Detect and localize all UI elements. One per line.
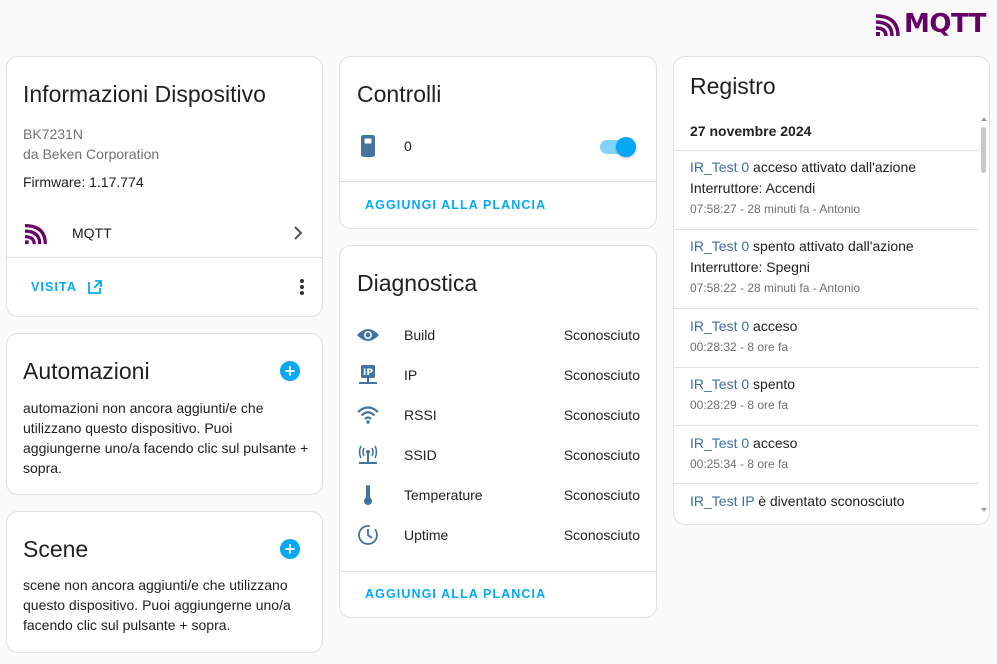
diagnostic-value: Sconosciuto <box>563 527 640 543</box>
device-info-card: Informazioni Dispositivo BK7231N da Beke… <box>6 56 323 317</box>
diagnostic-value: Sconosciuto <box>563 407 640 423</box>
device-info-title: Informazioni Dispositivo <box>23 81 266 107</box>
diagnostic-row-ssid[interactable]: SSID Sconosciuto <box>356 435 640 475</box>
log-message: spento attivato dall'azione <box>749 238 914 254</box>
log-message: è diventato sconosciuto <box>754 493 905 509</box>
scroll-up-arrow-icon[interactable] <box>981 117 987 121</box>
diagnostic-label: IP <box>404 367 418 383</box>
logbook-scrollbar[interactable] <box>979 117 989 512</box>
eye-icon <box>356 323 380 347</box>
clock-outline-icon <box>356 523 380 547</box>
add-automation-button[interactable]: + <box>280 361 300 381</box>
log-timestamp: 00:28:32 - 8 ore fa <box>690 340 789 354</box>
diagnostic-value: Sconosciuto <box>563 487 640 503</box>
chevron-right-icon <box>294 226 303 240</box>
device-model: BK7231N <box>23 126 83 142</box>
diagnostic-label: Temperature <box>404 487 483 503</box>
log-entry: IR_Test 0 acceso attivato dall'azione In… <box>674 157 979 230</box>
logbook-date-divider <box>674 150 979 151</box>
diagnostic-row-uptime[interactable]: Uptime Sconosciuto <box>356 515 640 555</box>
log-timestamp: 07:58:22 - 28 minuti fa - Antonio <box>690 281 861 295</box>
open-in-new-icon[interactable] <box>87 279 103 295</box>
log-timestamp: 07:58:27 - 28 minuti fa - Antonio <box>690 202 861 216</box>
diagnostic-row-rssi[interactable]: RSSI Sconosciuto <box>356 395 640 435</box>
diagnostic-label: RSSI <box>404 407 437 423</box>
log-entity-link[interactable]: IR_Test 0 <box>690 435 749 451</box>
logbook-date: 27 novembre 2024 <box>690 123 812 139</box>
diagnostics-title: Diagnostica <box>357 270 478 296</box>
controls-card: Controlli 0 AGGIUNGI ALLA PLANCIA <box>339 56 657 229</box>
device-actions: VISITA <box>7 271 322 303</box>
log-entry: IR_Test 0 acceso 00:28:32 - 8 ore fa <box>674 316 979 368</box>
thermometer-icon <box>356 483 380 507</box>
diagnostic-row-temperature[interactable]: Temperature Sconosciuto <box>356 475 640 515</box>
diagnostics-add-to-dashboard-button[interactable]: AGGIUNGI ALLA PLANCIA <box>365 587 546 601</box>
scroll-down-arrow-icon[interactable] <box>981 508 987 512</box>
more-vertical-icon[interactable] <box>298 277 306 297</box>
integration-label: MQTT <box>72 225 112 241</box>
log-message: spento <box>749 376 796 392</box>
log-message: acceso attivato dall'azione <box>749 159 917 175</box>
device-info-divider <box>7 257 322 258</box>
log-timestamp: 00:25:34 - 8 ore fa <box>690 457 789 471</box>
mqtt-logo: MQTT <box>876 9 987 39</box>
diagnostic-label: SSID <box>404 447 437 463</box>
control-entity-name: 0 <box>404 138 412 154</box>
logbook-card: Registro 27 novembre 2024 IR_Test 0 acce… <box>673 56 990 525</box>
log-message-detail: Interruttore: Accendi <box>690 180 816 196</box>
scenes-title: Scene <box>23 536 89 562</box>
ip-network-icon: IP <box>356 363 380 387</box>
plus-icon: + <box>284 539 296 559</box>
diagnostic-row-build[interactable]: Build Sconosciuto <box>356 315 640 355</box>
diagnostics-divider <box>340 571 656 572</box>
log-message: acceso <box>749 318 798 334</box>
log-entity-link[interactable]: IR_Test IP <box>690 493 754 509</box>
svg-text:IP: IP <box>363 368 373 378</box>
controls-divider <box>340 181 656 182</box>
add-scene-button[interactable]: + <box>280 539 300 559</box>
log-entry: IR_Test 0 spento 00:28:29 - 8 ore fa <box>674 374 979 426</box>
log-entity-link[interactable]: IR_Test 0 <box>690 238 749 254</box>
log-message: acceso <box>749 435 798 451</box>
device-firmware: Firmware: 1.17.774 <box>23 174 144 190</box>
control-toggle[interactable] <box>600 136 636 157</box>
remote-icon <box>361 135 375 157</box>
access-point-icon <box>356 443 380 467</box>
scenes-card: Scene + scene non ancora aggiunti/e che … <box>6 511 323 653</box>
mqtt-logo-icon <box>876 14 900 36</box>
log-entity-link[interactable]: IR_Test 0 <box>690 376 749 392</box>
plus-icon: + <box>284 361 296 381</box>
controls-add-to-dashboard-button[interactable]: AGGIUNGI ALLA PLANCIA <box>365 198 546 212</box>
automations-title: Automazioni <box>23 358 150 384</box>
device-manufacturer: da Beken Corporation <box>23 146 160 162</box>
visit-button[interactable]: VISITA <box>31 280 77 294</box>
scrollbar-thumb[interactable] <box>981 127 986 173</box>
log-entity-link[interactable]: IR_Test 0 <box>690 159 749 175</box>
diagnostic-value: Sconosciuto <box>563 367 640 383</box>
log-entry: IR_Test IP è diventato sconosciuto <box>674 491 979 524</box>
log-entry: IR_Test 0 acceso 00:25:34 - 8 ore fa <box>674 433 979 484</box>
diagnostics-card: Diagnostica Build Sconosciuto IP IP Scon… <box>339 245 657 618</box>
log-timestamp: 00:28:29 - 8 ore fa <box>690 398 789 412</box>
automations-card: Automazioni + automazioni non ancora agg… <box>6 333 323 495</box>
integration-row[interactable]: MQTT <box>7 217 322 249</box>
diagnostic-row-ip[interactable]: IP IP Sconosciuto <box>356 355 640 395</box>
wifi-icon <box>356 403 380 427</box>
diagnostic-value: Sconosciuto <box>563 327 640 343</box>
log-entry: IR_Test 0 spento attivato dall'azione In… <box>674 236 979 309</box>
controls-title: Controlli <box>357 81 442 107</box>
diagnostic-label: Uptime <box>404 527 449 543</box>
control-entity-row[interactable]: 0 <box>340 131 656 161</box>
logbook-title: Registro <box>690 73 776 99</box>
diagnostic-value: Sconosciuto <box>563 447 640 463</box>
mqtt-integration-icon <box>25 224 47 245</box>
log-entity-link[interactable]: IR_Test 0 <box>690 318 749 334</box>
diagnostic-label: Build <box>404 327 436 343</box>
automations-empty-text: automazioni non ancora aggiunti/e che ut… <box>23 400 309 476</box>
scenes-empty-text: scene non ancora aggiunti/e che utilizza… <box>23 577 291 633</box>
log-message-detail: Interruttore: Spegni <box>690 259 810 275</box>
mqtt-logo-text: MQTT <box>904 9 987 39</box>
